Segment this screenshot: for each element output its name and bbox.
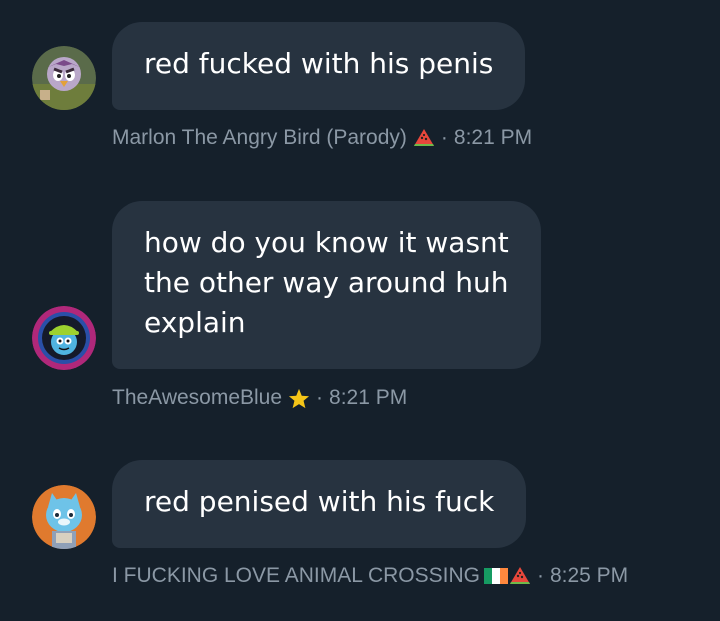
- message-text: red fucked with his penis: [144, 47, 494, 80]
- dm-thread: red fucked with his penis Marlon The Ang…: [0, 0, 720, 621]
- message-text-line-2: the other way around huh: [144, 266, 509, 299]
- watermelon-icon: [509, 566, 531, 586]
- ireland-flag-icon: [483, 568, 508, 584]
- meta-separator: ·: [536, 564, 544, 587]
- meta-separator: ·: [316, 386, 324, 409]
- watermelon-icon: [413, 128, 435, 148]
- message-bubble[interactable]: red fucked with his penis: [112, 22, 526, 110]
- message-time: 8:25 PM: [549, 564, 629, 587]
- message-time: 8:21 PM: [329, 386, 408, 409]
- message-text-line-1: how do you know it wasnt: [144, 226, 509, 259]
- message-time: 8:21 PM: [453, 126, 533, 149]
- author-name[interactable]: TheAwesomeBlue: [112, 386, 282, 410]
- avatar-animal-crossing[interactable]: [32, 485, 96, 549]
- author-name[interactable]: Marlon The Angry Bird (Parody): [112, 126, 407, 150]
- avatar-theawesomeblue[interactable]: [32, 306, 96, 370]
- message-text-line-3: explain: [144, 306, 246, 339]
- message-meta: TheAwesomeBlue · 8:21 PM: [112, 386, 407, 410]
- meta-separator: ·: [440, 126, 448, 149]
- message-meta: Marlon The Angry Bird (Parody) · 8:21 PM: [112, 126, 532, 150]
- message-bubble[interactable]: how do you know it wasnt the other way a…: [112, 201, 541, 369]
- message-text: red penised with his fuck: [144, 485, 495, 518]
- author-name[interactable]: I FUCKING LOVE ANIMAL CROSSING: [112, 564, 480, 588]
- star-icon: [288, 388, 310, 409]
- message-bubble[interactable]: red penised with his fuck: [112, 460, 527, 548]
- message-meta: I FUCKING LOVE ANIMAL CROSSING · 8:25 PM: [112, 564, 628, 588]
- avatar-marlon[interactable]: [32, 46, 96, 110]
